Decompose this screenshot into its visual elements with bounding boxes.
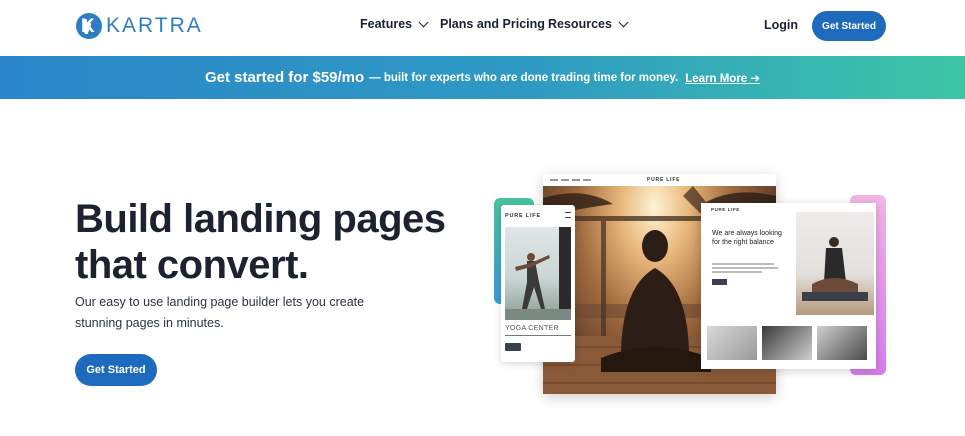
nav-item-label: Features: [360, 17, 413, 31]
mockup-right-text-line: [712, 271, 762, 273]
thumbnail-image: [762, 326, 812, 360]
thumbnail-image: [707, 326, 757, 360]
yoga-pose-photo: [505, 227, 571, 320]
mockup-desktop-page: PURE LIFE We are always looking for the …: [701, 203, 876, 369]
mockup-center-header: PURE LIFE: [543, 174, 776, 186]
nav-item-label: Plans and Pricing: [440, 17, 545, 31]
mockup-right-text-line: [712, 263, 774, 265]
get-started-button[interactable]: Get Started: [812, 11, 886, 41]
mockup-right-heading: We are always looking for the right bala…: [712, 230, 782, 246]
kartra-logo[interactable]: K KARTRA: [76, 12, 203, 40]
mockup-center-brand: PURE LIFE: [647, 177, 681, 183]
logo-text: KARTRA: [106, 14, 203, 37]
mockup-right-brand: PURE LIFE: [711, 207, 740, 212]
hamburger-menu-icon: [565, 212, 571, 218]
nav-item-resources[interactable]: Resources: [548, 17, 629, 31]
learn-more-link[interactable]: Learn More ➔: [685, 71, 760, 85]
mockup-right-button: [712, 279, 727, 285]
banner-description: — built for experts who are done trading…: [369, 71, 679, 84]
chevron-down-icon: [618, 17, 629, 27]
nav-item-label: Resources: [548, 17, 612, 31]
mockup-left-divider: [505, 335, 571, 336]
promo-banner: Get started for $59/mo — built for exper…: [0, 56, 965, 99]
top-nav: K KARTRA Features Plans and Pricing Reso…: [0, 0, 965, 56]
nav-item-features[interactable]: Features: [360, 17, 429, 31]
banner-price-text: Get started for $59/mo: [204, 69, 365, 86]
mockup-left-caption: YOGA CENTER: [505, 325, 559, 332]
hero-title: Build landing pages that convert.: [75, 197, 446, 287]
mockup-left-brand: PURE LIFE: [505, 213, 541, 219]
mockup-left-button: [505, 343, 521, 351]
thumbnail-image: [817, 326, 867, 360]
nav-item-plans-and-pricing[interactable]: Plans and Pricing: [440, 17, 545, 31]
yoga-pose-illustration: [505, 227, 571, 320]
hero-get-started-button[interactable]: Get Started: [75, 354, 157, 386]
mockup-mobile-page: PURE LIFE YOGA CENTER: [501, 205, 575, 362]
login-link[interactable]: Login: [764, 18, 798, 32]
seated-yoga-photo: [796, 212, 874, 315]
logo-mark-icon: K: [76, 13, 102, 39]
mockup-right-text-line: [712, 267, 778, 269]
chevron-down-icon: [418, 17, 429, 27]
mockup-nav-dots: [550, 179, 591, 181]
seated-yoga-illustration: [802, 237, 868, 301]
hero-subtitle: Our easy to use landing page builder let…: [75, 295, 365, 330]
